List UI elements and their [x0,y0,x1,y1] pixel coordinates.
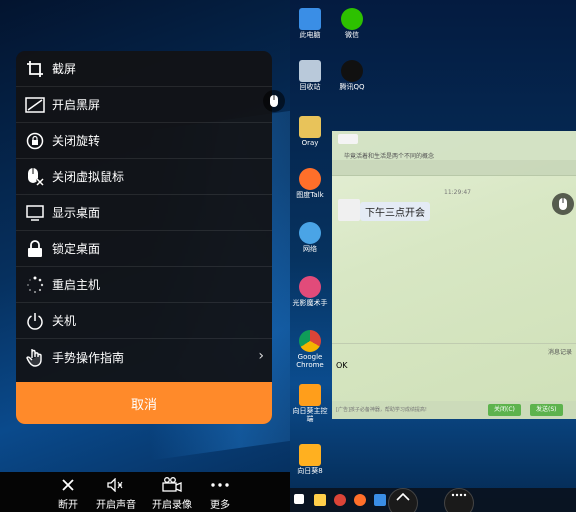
desktop-icon-chrome[interactable]: Google Chrome [292,330,328,369]
ad-hint: [广告]孩子必备神器，帮助学习成绩提高! [336,407,427,413]
send-button[interactable]: 发送(S) [530,404,563,416]
oray-icon[interactable] [374,494,386,506]
history-button[interactable]: 消息记录 [548,347,572,356]
cancel-button[interactable]: 取消 [16,382,272,424]
tudu-talk-icon [299,168,321,190]
tudu-talk-icon[interactable] [354,494,366,506]
menu-item-label: 手势操作指南 [52,350,125,365]
power-icon [24,310,46,332]
windows-start-icon[interactable] [294,494,304,504]
floating-mouse-icon[interactable] [552,193,574,215]
menu-item-virtual-mouse[interactable]: 关闭虚拟鼠标 [16,159,272,195]
more-button[interactable]: 更多 [195,476,245,511]
desktop-icon-recycle-bin[interactable]: 回收站 [292,60,328,92]
lock-icon [24,238,46,260]
chrome-icon [299,330,321,352]
desktop-icon-wechat[interactable]: 微信 [334,8,370,40]
menu-item-restart[interactable]: 重启主机 [16,267,272,303]
wechat-icon [341,8,363,30]
chevron-up-icon[interactable] [388,488,418,512]
remote-desktop-view: 此电脑 微信 回收站 腾讯QQ Oray 图度Talk 网络 光影魔术手 Goo… [290,0,576,512]
chat-window: 毕竟活着和生活是两个不同的概念 11:29:47 下午三点开会 消息记录 OK … [332,131,576,419]
video-camera-icon [147,476,197,494]
black-screen-icon [24,94,46,116]
keyboard-icon[interactable] [444,488,474,512]
desktop-icon-network[interactable]: 网络 [292,222,328,254]
menu-item-rotation[interactable]: 关闭旋转 [16,123,272,159]
file-explorer-icon[interactable] [314,494,326,506]
disconnect-button[interactable]: 断开 [43,476,93,511]
network-globe-icon [299,222,321,244]
desktop-icon-qq[interactable]: 腾讯QQ [334,60,370,92]
menu-item-label: 开启黑屏 [52,98,101,112]
oray-icon [299,116,321,138]
chat-header: 毕竟活着和生活是两个不同的概念 [332,131,576,160]
computer-icon [299,8,321,30]
menu-item-label: 截屏 [52,62,77,76]
menu-item-lock-desktop[interactable]: 锁定桌面 [16,231,272,267]
menu-item-label: 关机 [52,314,77,328]
sunlogin-icon [299,384,321,406]
menu-item-gesture-guide[interactable]: 手势操作指南 › [16,339,272,375]
editor-toolbar [332,343,576,359]
close-chat-button[interactable]: 关闭(C) [488,404,521,416]
desktop-icon-photo-editor[interactable]: 光影魔术手 [292,276,328,308]
message-input[interactable]: OK [336,361,348,370]
restart-icon [24,274,46,296]
menu-item-label: 关闭旋转 [52,134,101,148]
message-timestamp: 11:29:47 [444,189,471,196]
sound-button[interactable]: 开启声音 [91,476,141,511]
menu-item-label: 锁定桌面 [52,242,101,256]
bottom-toolbar: 断开 开启声音 开启录像 更多 [0,472,290,512]
avatar [338,134,358,144]
chat-toolbar [332,160,576,176]
action-menu: 截屏 开启黑屏 关闭旋转 关闭虚拟鼠标 显示桌面 锁定桌面 重启主机 关机 手势… [16,51,272,424]
avatar [338,199,360,221]
menu-item-screenshot[interactable]: 截屏 [16,51,272,87]
desktop-icon-this-pc[interactable]: 此电脑 [292,8,328,40]
sunlogin-icon [299,444,321,466]
menu-item-label: 显示桌面 [52,206,101,220]
speaker-muted-icon [91,476,141,494]
floating-mouse-icon[interactable] [263,90,285,112]
menu-item-show-desktop[interactable]: 显示桌面 [16,195,272,231]
hand-gesture-icon [24,346,46,368]
crop-icon [24,58,46,80]
taskbar [290,488,576,512]
menu-item-label: 关闭虚拟鼠标 [52,170,125,184]
desktop-icon-sunlogin-control[interactable]: 向日葵主控端 [292,384,328,423]
desktop-icon-tudu-talk[interactable]: 图度Talk [292,168,328,200]
menu-item-black-screen[interactable]: 开启黑屏 [16,87,272,123]
recycle-bin-icon [299,60,321,82]
chrome-icon[interactable] [334,494,346,506]
chevron-right-icon: › [258,348,264,364]
remote-control-panel: 截屏 开启黑屏 关闭旋转 关闭虚拟鼠标 显示桌面 锁定桌面 重启主机 关机 手势… [0,0,290,512]
menu-item-label: 重启主机 [52,278,101,292]
more-dots-icon [195,476,245,494]
qq-penguin-icon [341,60,363,82]
chat-title: 毕竟活着和生活是两个不同的概念 [344,153,435,160]
rotation-lock-icon [24,130,46,152]
photo-editor-icon [299,276,321,298]
chat-footer: [广告]孩子必备神器，帮助学习成绩提高! 关闭(C) 发送(S) [332,401,576,419]
record-button[interactable]: 开启录像 [147,476,197,511]
virtual-mouse-off-icon [24,166,46,188]
close-icon [43,476,93,494]
desktop-icon-sunlogin-8[interactable]: 向日葵8 [292,444,328,476]
desktop-icon-oray[interactable]: Oray [292,116,328,148]
monitor-icon [24,202,46,224]
message-bubble: 下午三点开会 [360,202,430,221]
menu-item-shutdown[interactable]: 关机 [16,303,272,339]
